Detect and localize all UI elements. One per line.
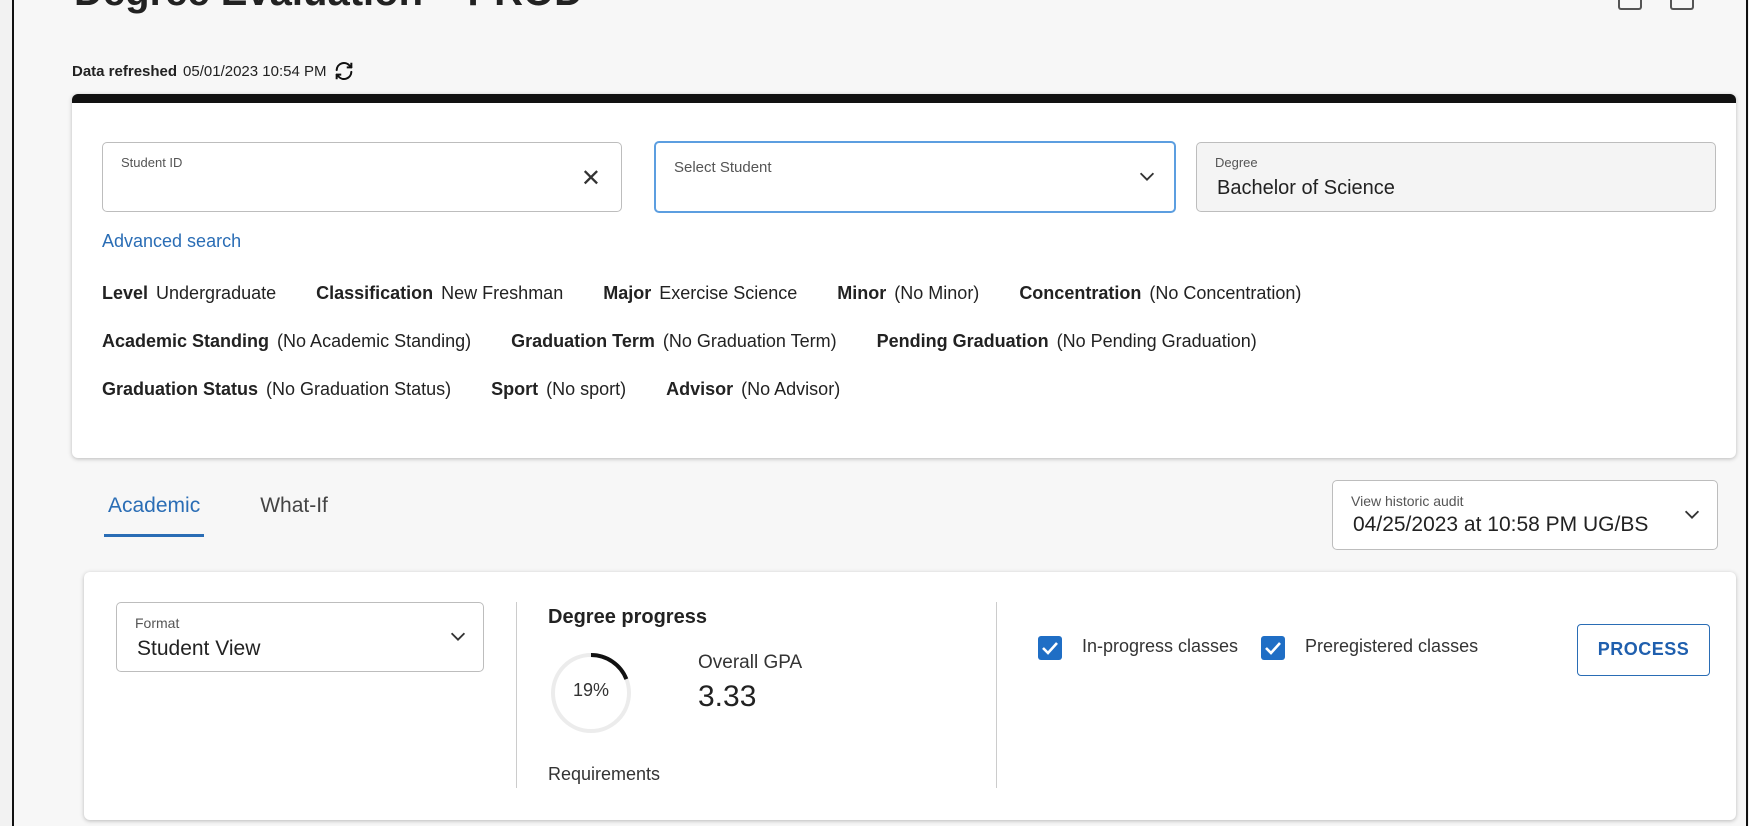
refresh-icon[interactable] xyxy=(333,60,355,82)
print-icon[interactable] xyxy=(1618,0,1642,10)
tab-what-if[interactable]: What-If xyxy=(256,494,332,537)
historic-audit-value: 04/25/2023 at 10:58 PM UG/BS xyxy=(1353,513,1649,536)
refreshed-label: Data refreshed xyxy=(72,62,178,80)
in-progress-label[interactable]: In-progress classes xyxy=(1082,636,1238,657)
historic-audit-dropdown[interactable]: View historic audit 04/25/2023 at 10:58 … xyxy=(1332,480,1718,550)
info-graduation-term: Graduation Term (No Graduation Term) xyxy=(511,331,837,351)
select-student-label: Select Student xyxy=(674,159,772,176)
chevron-down-icon[interactable] xyxy=(1136,165,1155,181)
format-value: Student View xyxy=(137,637,261,660)
student-id-label: Student ID xyxy=(121,155,183,170)
divider xyxy=(996,602,997,788)
overall-gpa-label: Overall GPA xyxy=(698,652,803,673)
more-icon[interactable] xyxy=(1722,0,1726,8)
format-dropdown[interactable]: Format Student View xyxy=(116,602,484,672)
select-student-dropdown[interactable]: Select Student xyxy=(654,141,1176,213)
chevron-down-icon[interactable] xyxy=(447,625,466,641)
degree-field: Degree Bachelor of Science xyxy=(1196,142,1716,212)
format-label: Format xyxy=(135,615,180,631)
overall-gpa-value: 3.33 xyxy=(698,680,757,713)
info-graduation-status: Graduation Status (No Graduation Status) xyxy=(102,379,452,399)
student-id-field[interactable]: Student ID ✕ xyxy=(102,142,622,212)
info-major: Major Exercise Science xyxy=(603,283,798,303)
clear-icon[interactable]: ✕ xyxy=(581,167,601,191)
info-minor: Minor (No Minor) xyxy=(837,283,980,303)
divider xyxy=(516,602,517,788)
refreshed-time: 05/01/2023 10:54 PM xyxy=(183,62,327,80)
requirements-label: Requirements xyxy=(548,764,661,784)
advanced-search-link[interactable]: Advanced search xyxy=(102,231,241,252)
student-info-row-3: Graduation Status (No Graduation Status) … xyxy=(102,379,840,400)
info-pending-graduation: Pending Graduation (No Pending Graduation… xyxy=(876,331,1257,351)
data-refreshed-row: Data refreshed 05/01/2023 10:54 PM xyxy=(72,60,355,82)
tab-academic[interactable]: Academic xyxy=(104,494,205,537)
historic-audit-label: View historic audit xyxy=(1351,493,1464,509)
degree-label: Degree xyxy=(1215,155,1258,170)
audit-tabs: Academic What-If xyxy=(104,494,332,537)
in-progress-checkbox[interactable] xyxy=(1038,636,1062,660)
top-toolbar xyxy=(1618,0,1726,10)
preregistered-checkbox[interactable] xyxy=(1261,636,1285,660)
app-frame: Degree Evaluation – PROD Data refreshed … xyxy=(12,0,1748,826)
degree-value: Bachelor of Science xyxy=(1217,177,1395,199)
checkmark-icon xyxy=(1042,642,1058,655)
info-sport: Sport (No sport) xyxy=(491,379,627,399)
chevron-down-icon[interactable] xyxy=(1681,503,1700,519)
info-academic-standing: Academic Standing (No Academic Standing) xyxy=(102,331,472,351)
info-classification: Classification New Freshman xyxy=(316,283,564,303)
process-button[interactable]: PROCESS xyxy=(1577,624,1710,676)
info-level: Level Undergraduate xyxy=(102,283,277,303)
student-info-row-1: Level Undergraduate Classification New Fre… xyxy=(102,283,1301,304)
info-advisor: Advisor (No Advisor) xyxy=(666,379,841,399)
preregistered-label[interactable]: Preregistered classes xyxy=(1305,636,1478,657)
info-concentration: Concentration (No Concentration) xyxy=(1019,283,1302,303)
audit-summary-card: Format Student View Degree progress 19% … xyxy=(84,572,1736,820)
degree-progress-percent: 19% xyxy=(572,680,610,700)
student-search-card: Student ID ✕ Select Student Degree Bache… xyxy=(72,94,1736,458)
student-info-row-2: Academic Standing (No Academic Standing) … xyxy=(102,331,1257,352)
window-icon[interactable] xyxy=(1670,0,1694,10)
page-title: Degree Evaluation – PROD xyxy=(74,0,583,15)
checkmark-icon xyxy=(1265,642,1281,655)
degree-progress-title: Degree progress xyxy=(548,606,707,628)
